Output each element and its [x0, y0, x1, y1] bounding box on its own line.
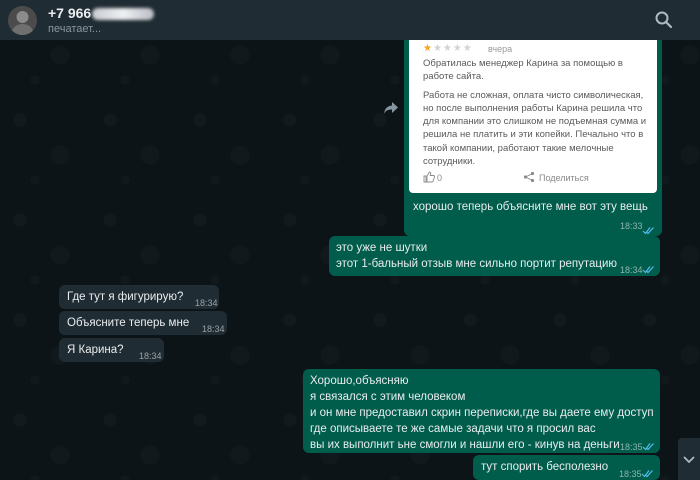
message-line: теперь объясните мне вот эту вещь — [456, 201, 648, 213]
rating-stars: ★★★★★ — [423, 43, 473, 54]
message-time: 18:35 — [620, 442, 643, 452]
message-bubble-incoming[interactable]: Где тут я фигурирую? 18:34 — [59, 285, 219, 309]
message-bubble-outgoing[interactable]: тут спорить бесполезно 18:35 — [473, 455, 660, 480]
review-date: вчера — [488, 44, 513, 54]
message-line: Хорошо,объясняю — [310, 375, 409, 387]
message-line: Я Карина? — [67, 344, 124, 356]
message-line: Объясните теперь мне — [67, 317, 190, 329]
scroll-down-button[interactable] — [678, 438, 700, 480]
review-line: работе сайта. — [423, 71, 484, 83]
message-line: Где тут я фигурирую? — [67, 291, 184, 303]
message-time: 18:33 — [620, 221, 643, 231]
like-count: 0 — [437, 173, 443, 183]
message-time: 18:35 — [619, 469, 642, 479]
search-icon[interactable] — [654, 10, 674, 30]
review-line: сотрудники. — [423, 156, 476, 168]
share-label: Поделиться — [539, 173, 589, 183]
review-text: Обратилась менеджер Карина за помощью в … — [423, 57, 649, 173]
message-line: хорошо — [413, 201, 454, 213]
message-time: 18:34 — [139, 351, 162, 361]
message-line: это уже не шутки — [336, 242, 428, 254]
message-line: где описываете те же самые задачи что я … — [310, 423, 596, 435]
read-ticks-icon — [641, 467, 654, 480]
chat-header[interactable]: +7 966 печатает... — [0, 0, 700, 40]
review-screenshot[interactable]: ★★★★★ вчера Обратилась менеджер Карина з… — [409, 40, 657, 193]
review-line: Работа не сложная, оплата чисто символич… — [423, 89, 644, 101]
thumbs-up-icon — [423, 171, 436, 185]
review-line: Обратилась менеджер Карина за помощью в — [423, 58, 623, 69]
message-line: я связался с этим человеком — [310, 391, 466, 403]
review-line: но после выполнения работы Карина решила… — [423, 102, 643, 114]
contact-name[interactable]: +7 966 — [48, 5, 91, 21]
review-actions: 0 Поделиться — [423, 171, 649, 185]
message-bubble-outgoing[interactable]: Хорошо,объясняю я связался с этим челове… — [303, 369, 660, 453]
review-line: такой компании, работают такие мелочные — [423, 142, 614, 154]
message-time: 18:34 — [620, 265, 643, 275]
read-ticks-icon — [642, 263, 655, 279]
message-line: тут спорить бесполезно — [481, 461, 609, 473]
share-icon — [523, 171, 535, 185]
message-bubble-incoming[interactable]: Я Карина? 18:34 — [59, 338, 164, 362]
message-time: 18:34 — [202, 324, 225, 334]
review-line: решила не платить и эти копейки. Печальн… — [423, 129, 644, 141]
read-ticks-icon — [642, 440, 655, 456]
avatar[interactable] — [8, 6, 37, 35]
typing-status: печатает... — [48, 23, 102, 35]
forward-icon[interactable] — [383, 101, 399, 115]
message-bubble-outgoing[interactable]: это уже не шутки этот 1-бальный отзыв мн… — [329, 236, 660, 276]
message-time: 18:34 — [195, 298, 218, 308]
message-line: и он мне предоставил скрин переписки,где… — [310, 407, 654, 419]
message-line: этот 1-бальный отзыв мне сильно портит р… — [336, 258, 618, 270]
message-text: хорошо теперь объясните мне вот эту вещь — [413, 199, 648, 215]
chevron-down-icon — [683, 456, 695, 464]
message-line: вы их выполнит ьне смогли и нашли его - … — [310, 439, 620, 451]
review-line: для компании это слишком не подъемная су… — [423, 116, 647, 128]
message-bubble-incoming[interactable]: Объясните теперь мне 18:34 — [59, 311, 227, 335]
redacted-number — [92, 8, 154, 20]
